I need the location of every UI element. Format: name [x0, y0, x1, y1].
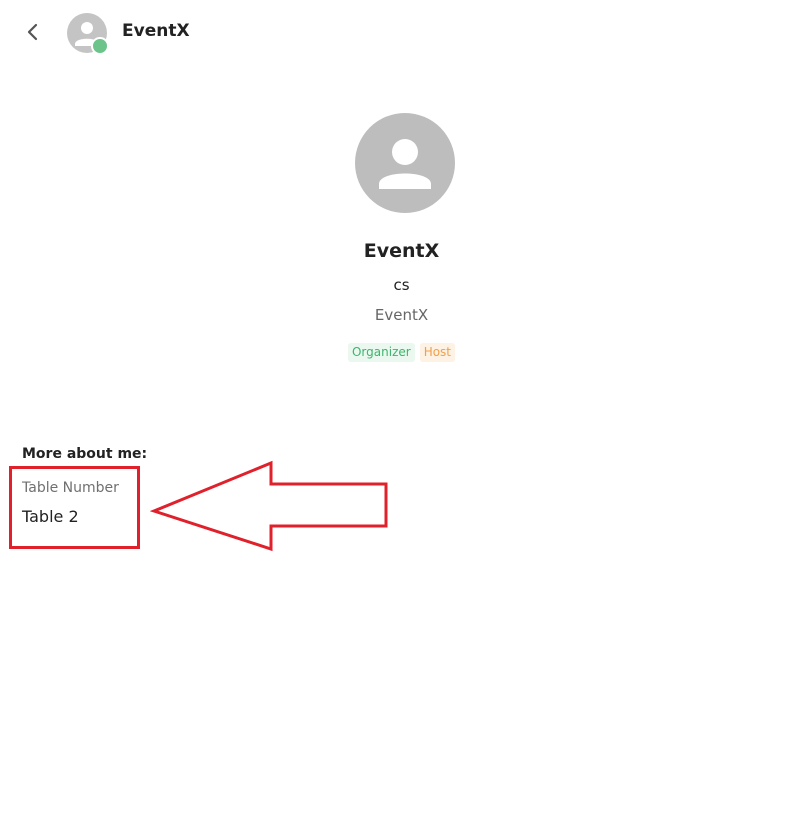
role-badge-host: Host: [419, 343, 456, 362]
annotation-highlight-box: [9, 466, 140, 549]
profile-avatar: [355, 113, 455, 213]
profile-name: EventX: [363, 240, 440, 262]
profile-company: EventX: [374, 306, 429, 324]
chevron-left-icon: [27, 23, 38, 41]
top-bar: EventX: [0, 0, 803, 64]
back-button[interactable]: [22, 21, 44, 43]
role-badge-organizer: Organizer: [347, 343, 415, 362]
profile-subtitle: cs: [393, 276, 410, 294]
role-badges: Organizer Host: [0, 343, 803, 362]
annotation-arrow: [150, 460, 388, 552]
more-about-heading: More about me:: [22, 446, 148, 462]
user-icon: [379, 139, 431, 189]
online-status-indicator: [91, 37, 109, 55]
header-title: EventX: [122, 21, 190, 41]
